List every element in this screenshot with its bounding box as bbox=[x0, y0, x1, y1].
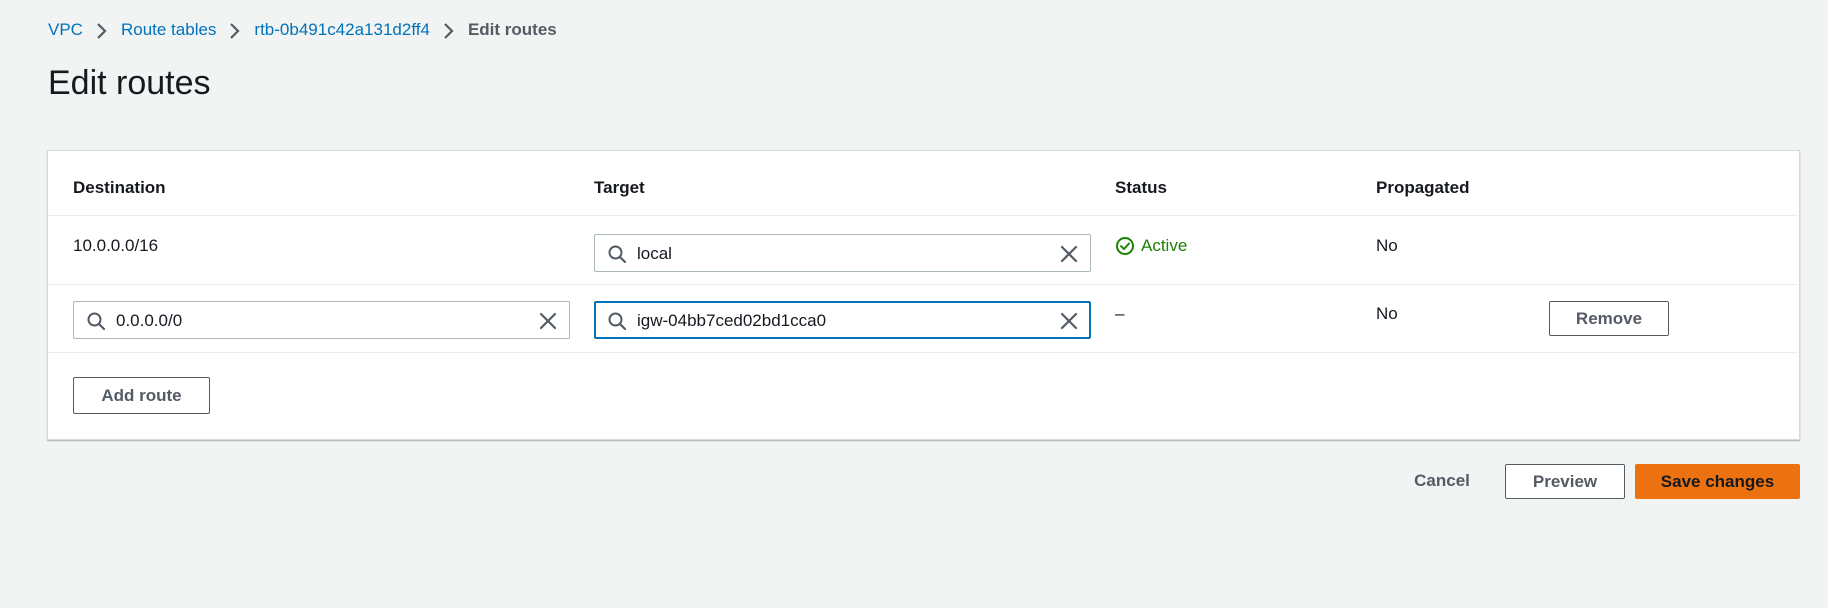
add-route-button[interactable]: Add route bbox=[73, 377, 210, 414]
propagated-value: No bbox=[1376, 236, 1398, 255]
destination-value: 10.0.0.0/16 bbox=[73, 236, 159, 255]
propagated-value: No bbox=[1376, 304, 1398, 323]
column-header-destination: Destination bbox=[73, 178, 166, 197]
search-icon bbox=[608, 245, 627, 264]
status-value: – bbox=[1115, 304, 1125, 323]
search-icon bbox=[608, 312, 627, 331]
remove-route-button[interactable]: Remove bbox=[1549, 301, 1669, 336]
chevron-right-icon bbox=[430, 20, 468, 40]
chevron-right-icon bbox=[216, 20, 254, 40]
target-search-input[interactable]: local bbox=[594, 234, 1091, 272]
save-changes-button[interactable]: Save changes bbox=[1635, 464, 1800, 499]
table-row: 0.0.0.0/0 igw-04bb7ced02bd1cca0 – No Rem… bbox=[48, 285, 1798, 353]
breadcrumb-vpc-link[interactable]: VPC bbox=[48, 20, 83, 40]
close-icon[interactable] bbox=[1060, 312, 1078, 330]
table-header-row: Destination Target Status Propagated bbox=[48, 151, 1798, 216]
page-title: Edit routes bbox=[48, 64, 211, 102]
table-row: 10.0.0.0/16 local Active No bbox=[48, 216, 1798, 285]
status-label: Active bbox=[1141, 236, 1188, 255]
routes-table-card: Destination Target Status Propagated 10.… bbox=[47, 150, 1800, 440]
page: VPC Route tables rtb-0b491c42a131d2ff4 E… bbox=[0, 0, 1828, 608]
cancel-button[interactable]: Cancel bbox=[1400, 463, 1484, 499]
status-active: Active bbox=[1115, 236, 1187, 256]
check-circle-icon bbox=[1116, 237, 1134, 255]
column-header-propagated: Propagated bbox=[1376, 178, 1470, 197]
breadcrumb-current: Edit routes bbox=[467, 20, 557, 39]
breadcrumb: VPC Route tables rtb-0b491c42a131d2ff4 E… bbox=[48, 20, 557, 40]
breadcrumb-route-table-id-link[interactable]: rtb-0b491c42a131d2ff4 bbox=[254, 20, 430, 40]
target-value: igw-04bb7ced02bd1cca0 bbox=[637, 311, 827, 330]
target-search-input[interactable]: igw-04bb7ced02bd1cca0 bbox=[594, 301, 1091, 339]
destination-value: 0.0.0.0/0 bbox=[116, 311, 183, 330]
close-icon[interactable] bbox=[1060, 245, 1078, 263]
preview-button[interactable]: Preview bbox=[1505, 464, 1625, 499]
chevron-right-icon bbox=[83, 20, 121, 40]
breadcrumb-route-tables-link[interactable]: Route tables bbox=[121, 20, 216, 40]
close-icon[interactable] bbox=[539, 312, 557, 330]
search-icon bbox=[87, 312, 106, 331]
target-value: local bbox=[637, 244, 672, 263]
column-header-target: Target bbox=[594, 178, 645, 197]
destination-search-input[interactable]: 0.0.0.0/0 bbox=[73, 301, 570, 339]
column-header-status: Status bbox=[1115, 178, 1167, 197]
